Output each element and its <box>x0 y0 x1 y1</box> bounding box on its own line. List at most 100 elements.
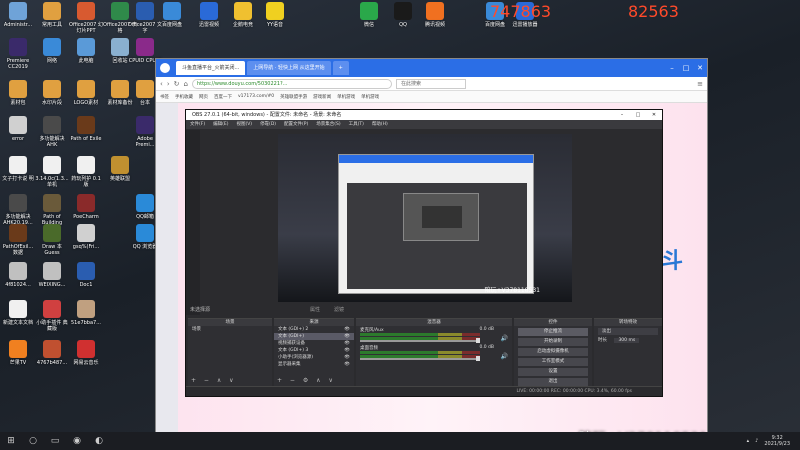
desktop-icon[interactable]: 网易云音乐 <box>69 340 103 366</box>
browser-tab-douyu[interactable]: 斗鱼直播平台_火箭关闭... <box>176 61 246 75</box>
desktop-icon[interactable]: 网络 <box>35 38 69 64</box>
bookmark-item[interactable]: 书签 <box>160 94 169 100</box>
properties-button[interactable]: 属性 <box>310 306 320 315</box>
desktop-icon[interactable]: Premiere CC2019 <box>1 38 35 70</box>
desktop-icon[interactable]: 水印片段 <box>35 80 69 106</box>
desktop-icon[interactable]: 多功能解决 AHK <box>35 116 69 148</box>
desktop-icon[interactable]: Path of Building <box>35 194 69 226</box>
obs-minimize-icon[interactable]: – <box>614 110 630 120</box>
source-item[interactable]: 视频捕获设备 👁 <box>274 340 354 347</box>
obs-menu-item[interactable]: 停靠(D) <box>260 120 276 129</box>
desktop-icon[interactable]: 51e7bba7... <box>69 300 103 326</box>
obs-menu-item[interactable]: 场景集合(S) <box>316 120 340 129</box>
transition-select[interactable]: 淡出 <box>598 328 658 335</box>
desktop-icon[interactable]: LOGO素材 <box>69 80 103 106</box>
desktop-icon[interactable]: 常用工具 <box>35 2 69 28</box>
volume-slider[interactable] <box>360 358 480 360</box>
maximize-icon[interactable]: □ <box>679 64 693 72</box>
source-item[interactable]: 文本 (GDI+) 👁 <box>274 333 354 340</box>
duration-input[interactable]: 300 ms <box>614 338 640 343</box>
desktop-icon[interactable]: error <box>1 116 35 142</box>
source-item[interactable]: 小助手(浏览器源) 👁 <box>274 354 354 361</box>
volume-knob[interactable] <box>476 338 480 343</box>
source-item[interactable]: 文本 (GDI+) 3 👁 <box>274 347 354 354</box>
network-icon[interactable]: ▴ <box>747 438 750 444</box>
browser-tab-nav[interactable]: 上网导航 · 轻快上网 从这里开始 <box>247 61 331 75</box>
new-tab-button[interactable]: + <box>332 61 349 75</box>
scene-tools[interactable]: + − ∧ ∨ <box>191 377 237 384</box>
minimize-icon[interactable]: – <box>665 64 679 72</box>
desktop-icon[interactable]: 4f81024... <box>1 262 35 288</box>
obs-taskbar-icon[interactable]: ◉ <box>66 432 88 450</box>
desktop-icon[interactable]: 药玩列护 0.1 版 <box>69 156 103 188</box>
obs-menu-item[interactable]: 帮助(H) <box>372 120 388 129</box>
obs-preview-canvas[interactable]: 陪玩+V378118531 <box>278 134 572 302</box>
control-button[interactable]: 工作室模式 <box>518 358 588 366</box>
volume-slider[interactable] <box>360 340 480 342</box>
desktop-icon[interactable]: Administr... <box>1 2 35 28</box>
address-bar[interactable]: https://www.douyu.com/5030221?... <box>191 78 392 89</box>
desktop-icon[interactable]: 微信 <box>352 2 386 28</box>
obs-menu-item[interactable]: 编辑(E) <box>213 120 228 129</box>
desktop-icon[interactable]: 小助手插件 典藏版 <box>35 300 69 332</box>
task-view-icon[interactable]: ▭ <box>44 432 66 450</box>
filters-button[interactable]: 滤镜 <box>334 306 344 315</box>
obs-maximize-icon[interactable]: □ <box>630 110 646 120</box>
volume-icon[interactable]: ♪ <box>755 438 758 444</box>
back-icon[interactable]: ‹ <box>160 80 163 88</box>
browser-taskbar-icon[interactable]: ◐ <box>88 432 110 450</box>
desktop-icon[interactable]: 素材包 <box>1 80 35 106</box>
obs-menu-item[interactable]: 配置文件(P) <box>284 120 308 129</box>
visibility-icon[interactable]: 👁 <box>344 326 350 333</box>
bookmark-item[interactable]: v17173.com/#0 <box>238 94 274 99</box>
bookmark-item[interactable]: 百度一下 <box>214 94 232 100</box>
bookmark-item[interactable]: 单机游戏 <box>337 94 355 100</box>
speaker-icon[interactable]: 🔊 <box>501 353 508 360</box>
desktop-icon[interactable]: 芒果TV <box>1 340 35 366</box>
control-button[interactable]: 设置 <box>518 368 588 376</box>
scene-item[interactable]: 场景 <box>188 326 272 333</box>
desktop-icon[interactable]: 此电脑 <box>69 38 103 64</box>
search-input[interactable]: 在此搜索 <box>395 78 466 89</box>
refresh-icon[interactable]: ↻ <box>174 80 180 88</box>
desktop-icon[interactable]: 百度网盘 <box>155 2 189 28</box>
bookmark-item[interactable]: 手机收藏 <box>175 94 193 100</box>
start-button[interactable]: ⊞ <box>0 432 22 450</box>
control-button[interactable]: 启动虚拟摄像机 <box>518 348 588 356</box>
desktop-icon[interactable]: gsq%(Fri... <box>69 224 103 250</box>
volume-knob[interactable] <box>476 356 480 361</box>
bookmark-item[interactable]: 单机游戏 <box>361 94 379 100</box>
desktop-icon[interactable]: QQ <box>386 2 420 28</box>
desktop-icon[interactable]: YY语音 <box>258 2 292 28</box>
obs-menu-item[interactable]: 文件(F) <box>190 120 205 129</box>
obs-close-icon[interactable]: ✕ <box>646 110 662 120</box>
visibility-icon[interactable]: 👁 <box>344 354 350 361</box>
taskbar-clock[interactable]: 9:32 2021/9/23 <box>764 435 790 447</box>
desktop-icon[interactable]: PathOfExil... 数据 <box>1 224 35 256</box>
desktop-icon[interactable]: 企鹅电竞 <box>226 2 260 28</box>
desktop-icon[interactable]: Draw 本 Guess <box>35 224 69 256</box>
speaker-icon[interactable]: 🔊 <box>501 335 508 342</box>
source-tools[interactable]: + − ⚙ ∧ ∨ <box>277 377 336 384</box>
visibility-icon[interactable]: 👁 <box>344 333 350 340</box>
visibility-icon[interactable]: 👁 <box>344 361 350 368</box>
desktop-icon[interactable]: 迅雷视频 <box>192 2 226 28</box>
desktop-icon[interactable]: Path of Exile <box>69 116 103 142</box>
source-item[interactable]: 显示器采集 👁 <box>274 361 354 368</box>
desktop-icon[interactable]: 新建文本文档 <box>1 300 35 326</box>
obs-menu-item[interactable]: 视图(V) <box>236 120 252 129</box>
menu-icon[interactable]: ≡ <box>697 80 703 88</box>
close-icon[interactable]: ✕ <box>693 64 707 72</box>
desktop-icon[interactable]: 3.14.0c(1.3... 单机 <box>35 156 69 188</box>
control-button[interactable]: 停止推流 <box>518 328 588 336</box>
visibility-icon[interactable]: 👁 <box>344 340 350 347</box>
desktop-icon[interactable]: 文子打卡说 明 <box>1 156 35 182</box>
desktop-icon[interactable]: 4767b487... <box>35 340 69 366</box>
bookmark-item[interactable]: 英雄联盟手游 <box>280 94 307 100</box>
visibility-icon[interactable]: 👁 <box>344 347 350 354</box>
desktop-icon[interactable]: 多功能解决 AHK20.19... <box>1 194 35 226</box>
forward-icon[interactable]: › <box>167 80 170 88</box>
bookmark-item[interactable]: 游戏新闻 <box>313 94 331 100</box>
desktop-icon[interactable]: Office2007 幻灯片PPT <box>69 2 103 34</box>
obs-menu-item[interactable]: 工具(T) <box>349 120 364 129</box>
